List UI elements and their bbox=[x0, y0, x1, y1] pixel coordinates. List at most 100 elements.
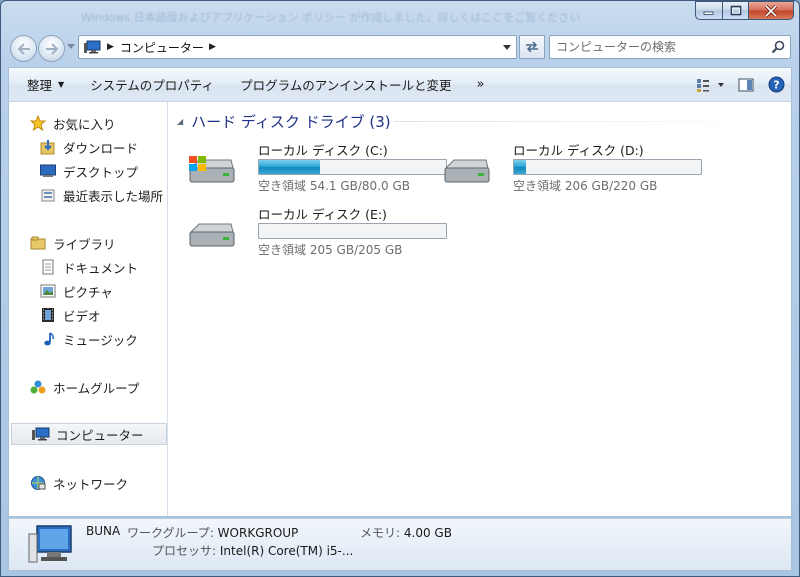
sidebar-item-documents[interactable]: ドキュメント bbox=[9, 256, 167, 278]
sidebar-item-recent[interactable]: 最近表示した場所 bbox=[9, 184, 167, 206]
preview-pane-button[interactable] bbox=[731, 68, 761, 101]
hard-drive-icon bbox=[189, 223, 235, 247]
drive-usage-fill bbox=[514, 160, 526, 174]
star-icon bbox=[29, 115, 47, 131]
sidebar-item-pictures[interactable]: ピクチャ bbox=[9, 280, 167, 302]
refresh-button[interactable] bbox=[519, 35, 545, 59]
search-box[interactable] bbox=[549, 35, 791, 59]
group-divider bbox=[394, 121, 782, 122]
drive-list: ◢ ハード ディスク ドライブ (3) ローカル ディスク (C:) 空き領域 … bbox=[169, 102, 791, 516]
refresh-icon bbox=[526, 41, 538, 53]
sidebar-item-label: ダウンロード bbox=[63, 140, 139, 156]
collapse-triangle-icon[interactable]: ◢ bbox=[177, 117, 183, 126]
computer-icon bbox=[32, 426, 50, 442]
downloads-folder-icon bbox=[39, 139, 57, 155]
drive-free-space: 空き領域 54.1 GB/80.0 GB bbox=[258, 179, 410, 193]
drive-usage-bar bbox=[513, 159, 702, 175]
recent-places-icon bbox=[39, 187, 57, 203]
workgroup-info: ワークグループ: WORKGROUP bbox=[127, 524, 298, 541]
homegroup-icon bbox=[29, 379, 47, 395]
sidebar-item-label: デスクトップ bbox=[63, 164, 139, 180]
network-icon bbox=[29, 475, 47, 491]
content-area: お気に入り ダウンロード デスクトップ 最近表示した場所 ライブラリ ドキュメン… bbox=[8, 101, 792, 517]
sidebar-item-desktop[interactable]: デスクトップ bbox=[9, 160, 167, 182]
memory-info: メモリ: 4.00 GB bbox=[360, 524, 452, 541]
recent-pages-dropdown-icon[interactable] bbox=[67, 44, 75, 50]
caption-buttons bbox=[695, 1, 794, 20]
organize-menu-button[interactable]: 整理 ▼ bbox=[9, 68, 77, 101]
library-icon bbox=[29, 235, 47, 251]
chevron-down-icon: ▼ bbox=[58, 80, 65, 89]
sidebar-item-downloads[interactable]: ダウンロード bbox=[9, 136, 167, 158]
address-history-dropdown-icon[interactable] bbox=[503, 45, 511, 50]
computer-name: BUNA bbox=[86, 524, 121, 538]
back-arrow-icon bbox=[17, 42, 30, 55]
sidebar-item-label: ネットワーク bbox=[53, 476, 129, 492]
system-properties-button[interactable]: システムのプロパティ bbox=[77, 68, 227, 101]
sidebar-item-label: ホームグループ bbox=[53, 380, 140, 396]
organize-label: 整理 bbox=[27, 78, 53, 93]
breadcrumb-child-arrow-icon[interactable]: ▶ bbox=[209, 42, 216, 52]
more-commands-button[interactable]: » bbox=[464, 68, 496, 101]
maximize-icon bbox=[730, 5, 741, 16]
address-bar[interactable]: ▶ コンピューター ▶ bbox=[78, 35, 517, 59]
sidebar-item-label: ドキュメント bbox=[63, 260, 139, 276]
computer-icon bbox=[84, 40, 101, 54]
sidebar-item-network[interactable]: ネットワーク bbox=[9, 472, 167, 494]
minimize-icon bbox=[703, 11, 714, 15]
drive-e[interactable]: ローカル ディスク (E:) 空き領域 205 GB/205 GB bbox=[187, 204, 447, 264]
computer-large-icon bbox=[28, 525, 72, 563]
search-input[interactable] bbox=[556, 39, 761, 55]
drive-name: ローカル ディスク (C:) bbox=[258, 143, 388, 158]
uninstall-program-button[interactable]: プログラムのアンインストールと変更 bbox=[227, 68, 464, 101]
drive-free-space: 空き領域 205 GB/205 GB bbox=[258, 243, 403, 257]
sidebar-item-label: コンピューター bbox=[56, 427, 144, 443]
sidebar-item-favorites[interactable]: お気に入り bbox=[9, 112, 167, 134]
help-icon: ? bbox=[768, 76, 784, 93]
drive-usage-bar bbox=[258, 159, 447, 175]
title-bar: Windows 日本語版およびアプリケーション ポリシー が作成しました。詳しく… bbox=[1, 1, 799, 29]
search-icon[interactable] bbox=[771, 40, 785, 54]
drive-c[interactable]: ローカル ディスク (C:) 空き領域 54.1 GB/80.0 GB bbox=[187, 140, 447, 200]
sidebar-item-videos[interactable]: ビデオ bbox=[9, 304, 167, 326]
workgroup-value: WORKGROUP bbox=[217, 526, 299, 540]
maximize-button[interactable] bbox=[722, 1, 748, 20]
close-button[interactable] bbox=[748, 1, 794, 20]
group-header-hard-disks[interactable]: ◢ ハード ディスク ドライブ (3) bbox=[177, 111, 391, 132]
sidebar-item-computer[interactable]: コンピューター bbox=[11, 423, 167, 445]
sidebar-item-libraries[interactable]: ライブラリ bbox=[9, 232, 167, 254]
view-options-icon bbox=[697, 78, 724, 92]
sidebar-item-homegroup[interactable]: ホームグループ bbox=[9, 376, 167, 398]
processor-label: プロセッサ: bbox=[152, 544, 217, 558]
preview-pane-icon bbox=[738, 78, 754, 91]
music-note-icon bbox=[39, 331, 57, 347]
drive-usage-fill bbox=[259, 160, 320, 174]
minimize-button[interactable] bbox=[695, 1, 722, 20]
forward-arrow-icon bbox=[45, 42, 58, 55]
video-icon bbox=[39, 307, 57, 323]
close-icon bbox=[764, 4, 778, 17]
sidebar-item-music[interactable]: ミュージック bbox=[9, 328, 167, 350]
window-title: Windows 日本語版およびアプリケーション ポリシー が作成しました。詳しく… bbox=[81, 11, 581, 24]
drive-free-space: 空き領域 206 GB/220 GB bbox=[513, 179, 658, 193]
back-button[interactable] bbox=[10, 35, 37, 62]
command-bar: 整理 ▼ システムのプロパティ プログラムのアンインストールと変更 » ? bbox=[8, 67, 792, 101]
sidebar-item-label: ビデオ bbox=[63, 308, 101, 324]
drive-d[interactable]: ローカル ディスク (D:) 空き領域 206 GB/220 GB bbox=[442, 140, 702, 200]
navigation-pane: お気に入り ダウンロード デスクトップ 最近表示した場所 ライブラリ ドキュメン… bbox=[9, 102, 168, 516]
breadcrumb-separator-icon[interactable]: ▶ bbox=[107, 42, 114, 52]
drive-usage-bar bbox=[258, 223, 447, 239]
memory-value: 4.00 GB bbox=[403, 526, 452, 540]
change-view-button[interactable] bbox=[691, 68, 731, 101]
drive-name: ローカル ディスク (D:) bbox=[513, 143, 644, 158]
sidebar-item-label: 最近表示した場所 bbox=[63, 188, 164, 204]
system-drive-icon bbox=[189, 156, 235, 183]
address-row: ▶ コンピューター ▶ bbox=[1, 31, 799, 63]
hard-drive-icon bbox=[444, 159, 490, 183]
breadcrumb-computer[interactable]: コンピューター bbox=[120, 39, 204, 56]
workgroup-label: ワークグループ: bbox=[127, 526, 214, 540]
forward-button[interactable] bbox=[38, 35, 65, 62]
help-button[interactable]: ? bbox=[761, 68, 791, 101]
svg-text:?: ? bbox=[773, 79, 779, 92]
processor-info: プロセッサ: Intel(R) Core(TM) i5-... bbox=[152, 542, 353, 559]
